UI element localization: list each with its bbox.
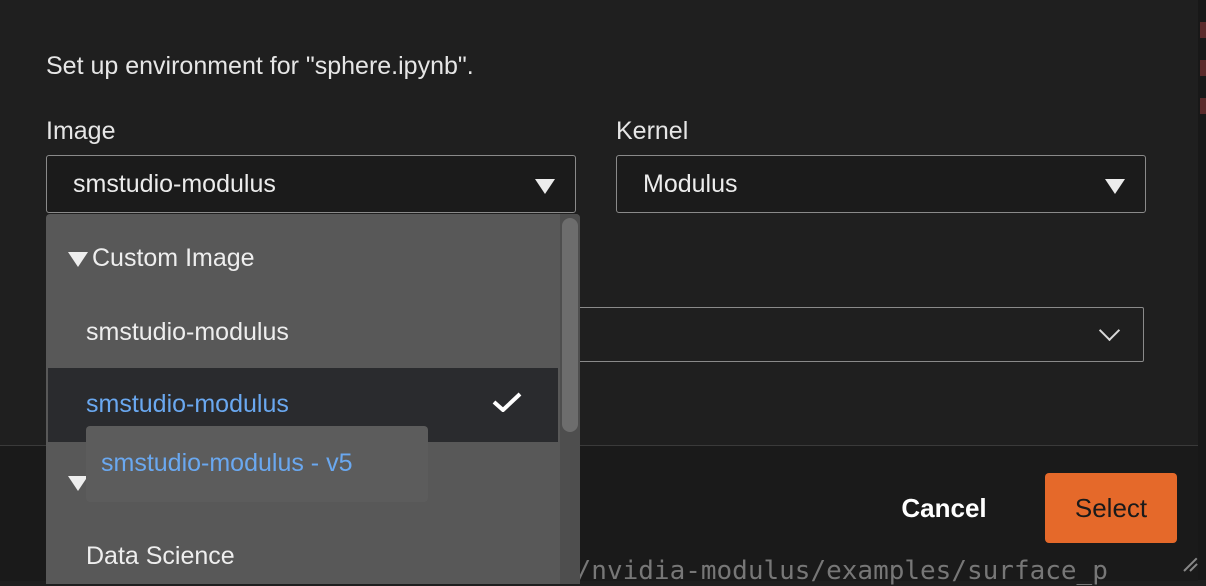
gutter-marker — [1200, 98, 1206, 114]
editor-gutter — [1198, 0, 1206, 580]
kernel-select[interactable]: Modulus — [616, 155, 1146, 213]
chevron-down-icon — [1098, 319, 1121, 342]
image-select[interactable]: smstudio-modulus — [46, 155, 576, 213]
background-code-line: n/nvidia-modulus/examples/surface_p — [560, 556, 1108, 586]
dropdown-option[interactable]: smstudio-modulus — [86, 318, 580, 347]
cancel-button[interactable]: Cancel — [878, 488, 1010, 528]
expand-triangle-icon[interactable] — [68, 476, 88, 491]
dialog-heading: Set up environment for "sphere.ipynb". — [46, 52, 474, 80]
caret-down-icon — [535, 179, 555, 194]
select-button[interactable]: Select — [1045, 473, 1177, 543]
instance-select[interactable] — [560, 307, 1144, 362]
expand-triangle-icon[interactable] — [68, 252, 88, 267]
tooltip-text: smstudio-modulus - v5 — [101, 449, 353, 477]
image-dropdown-list: Custom Image smstudio-modulus smstudio-m… — [46, 214, 580, 584]
kernel-select-value: Modulus — [643, 170, 738, 198]
image-label: Image — [46, 117, 116, 145]
gutter-marker — [1200, 22, 1206, 38]
dropdown-scrollbar-thumb[interactable] — [562, 218, 578, 432]
gutter-marker — [1200, 60, 1206, 76]
group-label-custom-image: Custom Image — [92, 244, 255, 272]
resize-handle-icon[interactable] — [1182, 556, 1198, 572]
kernel-label: Kernel — [616, 117, 689, 145]
image-select-value: smstudio-modulus — [73, 170, 276, 198]
caret-down-icon — [1105, 179, 1125, 194]
checkmark-icon — [492, 392, 522, 412]
group-label-data-science: Data Science — [86, 542, 235, 570]
